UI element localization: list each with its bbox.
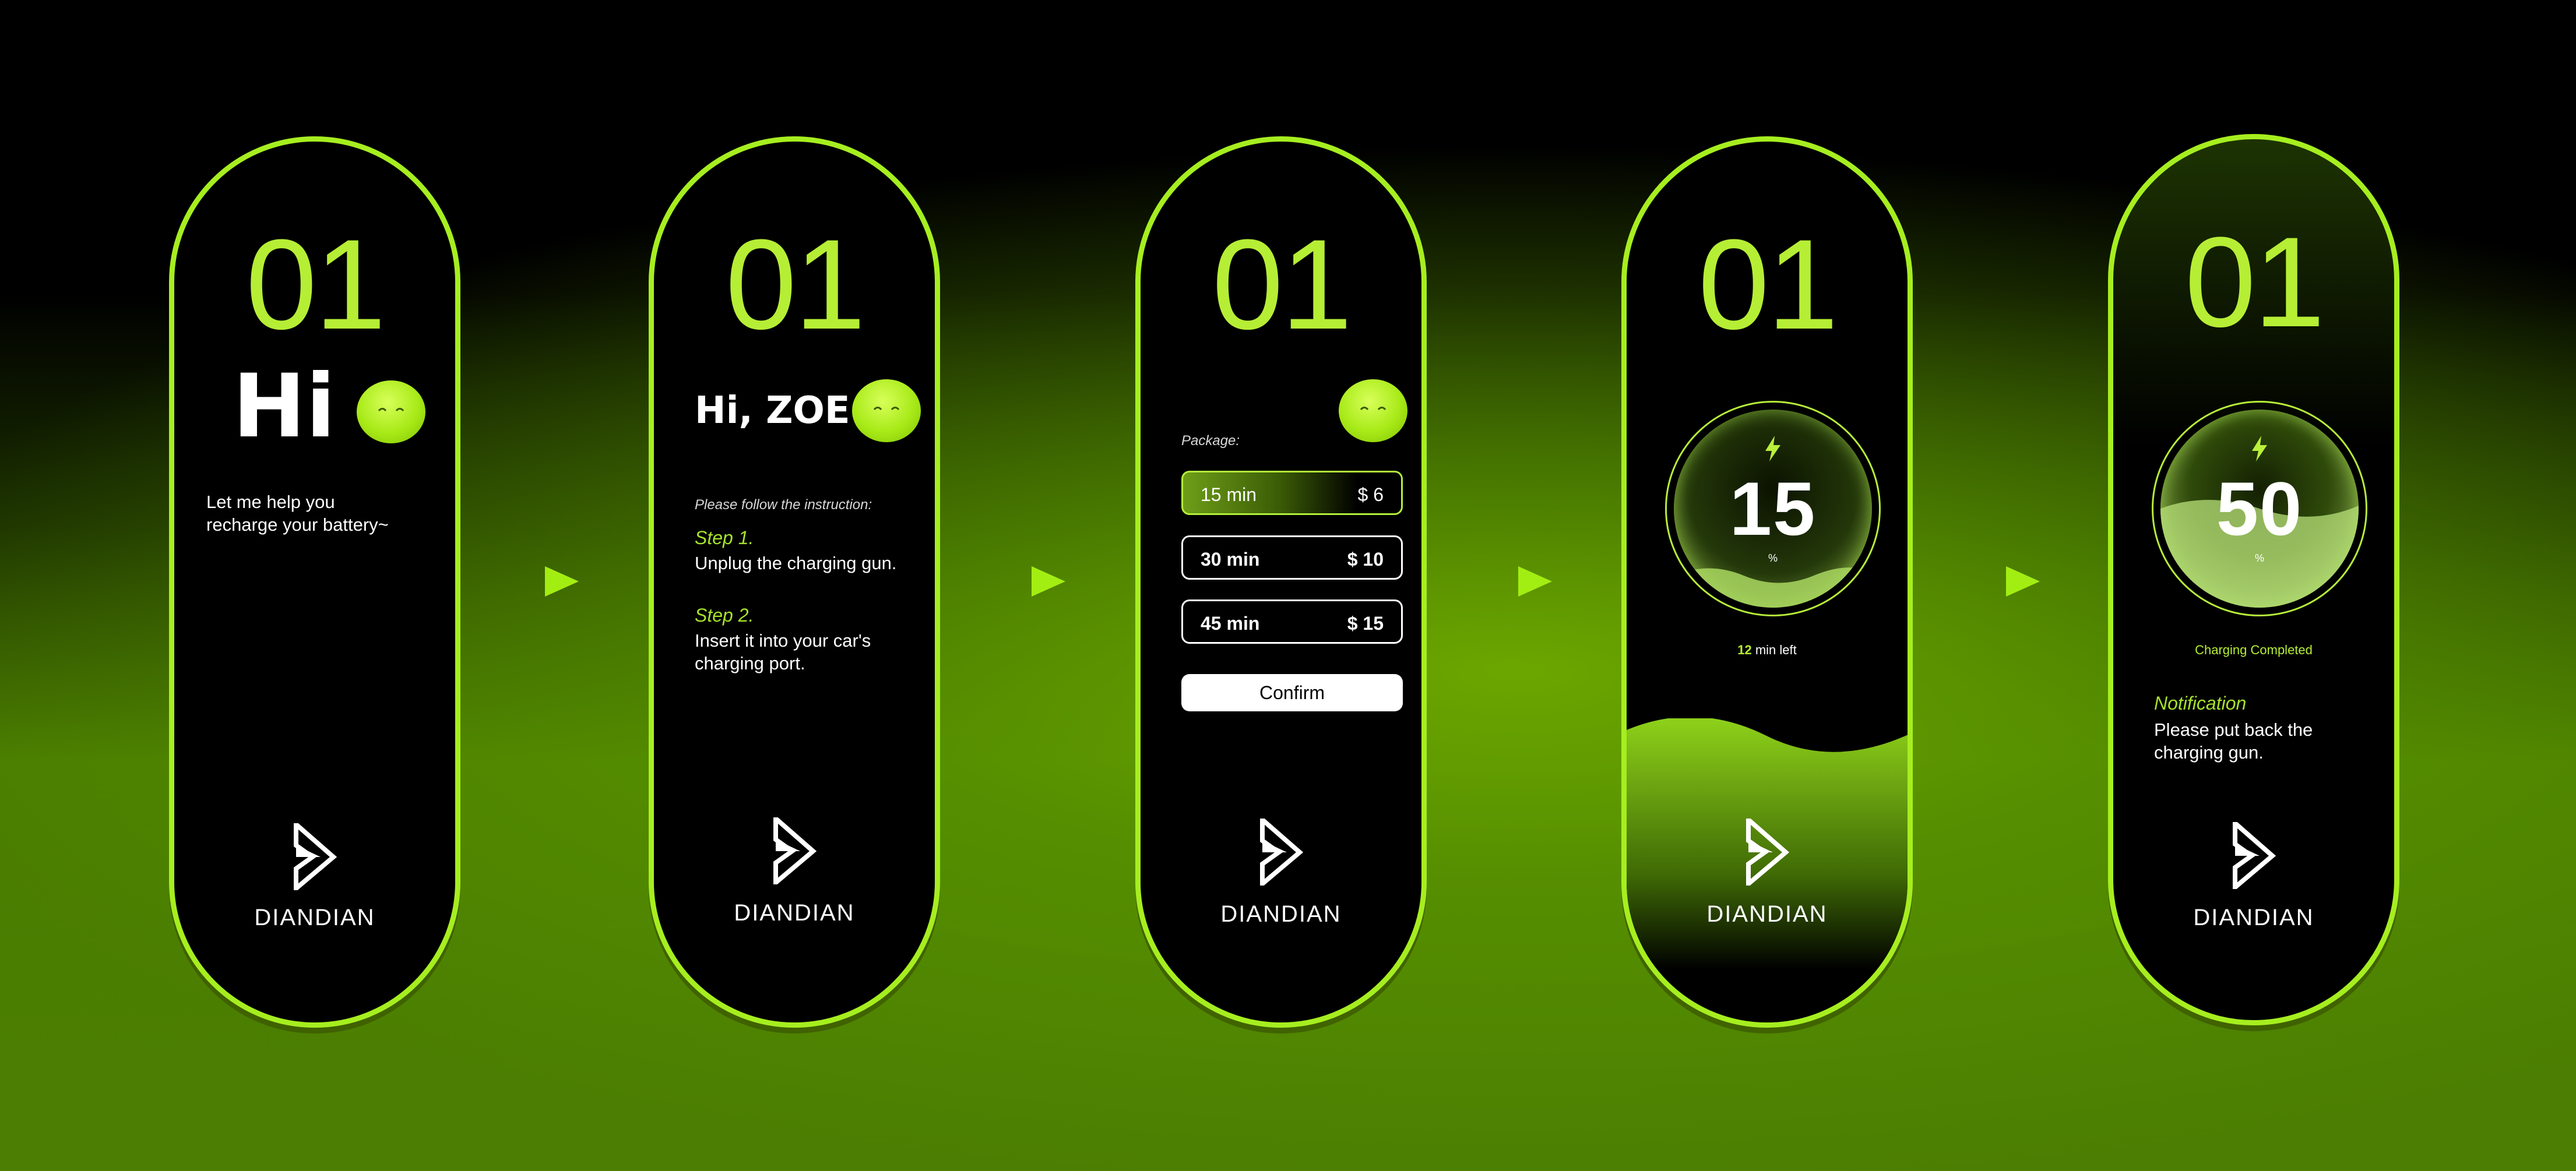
package-option-45min[interactable]: 45 min $ 15	[1181, 599, 1403, 644]
step-number: 01	[725, 213, 866, 356]
smiling-face-icon	[852, 379, 921, 442]
charge-percent: 50	[2216, 466, 2303, 551]
package-label: Package:	[1181, 433, 1240, 449]
confirm-button[interactable]: Confirm	[1181, 674, 1403, 711]
package-option-30min[interactable]: 30 min $ 10	[1181, 535, 1403, 580]
step2-label: Step 2.	[695, 605, 754, 626]
lightning-bolt-icon	[1674, 436, 1872, 464]
screen-card-instructions: 01 Hi, ZOE Please follow the instruction…	[649, 136, 940, 1028]
screen-card-package: 01 Package: 15 min $ 6 30 min $ 10 45 mi…	[1135, 136, 1427, 1028]
step-number: 01	[1698, 213, 1839, 356]
smiling-face-icon	[1339, 379, 1407, 442]
diandian-logo-icon	[174, 819, 455, 894]
smiling-face-icon	[357, 380, 425, 443]
screen-card-complete: 01 50 % Charging Completed Notification …	[2108, 134, 2399, 1025]
notification-line-2: charging gun.	[2154, 742, 2264, 763]
welcome-line-1: Let me help you	[206, 492, 335, 512]
diandian-logo-icon	[654, 813, 935, 888]
notification-message: Please put back the charging gun.	[2154, 719, 2313, 764]
time-left-unit: min left	[1755, 643, 1797, 657]
package-price: $ 15	[1347, 613, 1384, 634]
percent-sign: %	[1768, 552, 1778, 564]
screen-card-charging: 01 15 % 12 min left DIANDIAN	[1621, 136, 1913, 1028]
play-arrow-icon	[545, 566, 579, 597]
brand-name: DIANDIAN	[254, 905, 375, 930]
charge-gauge: 15 %	[1665, 401, 1881, 616]
welcome-line-2: recharge your battery~	[206, 514, 389, 535]
play-arrow-icon	[1518, 566, 1552, 597]
time-left-value: 12	[1737, 643, 1752, 657]
brand-name: DIANDIAN	[734, 900, 855, 926]
step2-text: Insert it into your car's charging port.	[695, 630, 871, 675]
notification-label: Notification	[2154, 693, 2247, 714]
package-time: 30 min	[1201, 549, 1260, 570]
notification-line-1: Please put back the	[2154, 719, 2313, 740]
step2-line-2: charging port.	[695, 652, 805, 673]
package-price: $ 10	[1347, 549, 1384, 570]
step-number: 01	[245, 213, 386, 356]
play-arrow-icon	[2006, 566, 2040, 597]
stage: 01 Hi Let me help you recharge your batt…	[0, 0, 2576, 1171]
diandian-logo-icon	[1141, 814, 1421, 889]
time-left: 12 min left	[1627, 643, 1908, 658]
step1-label: Step 1.	[695, 527, 754, 548]
step-number: 01	[1212, 213, 1353, 356]
diandian-logo-icon	[1627, 814, 1908, 889]
step1-text: Unplug the charging gun.	[695, 553, 897, 573]
step-number: 01	[2184, 210, 2325, 354]
charging-status: Charging Completed	[2195, 643, 2313, 657]
percent-sign: %	[2254, 552, 2264, 564]
charge-gauge: 50 %	[2152, 401, 2367, 616]
greeting-title: Hi	[233, 356, 336, 457]
charge-gauge-fill: 15 %	[1674, 410, 1872, 608]
package-option-15min[interactable]: 15 min $ 6	[1181, 471, 1403, 515]
greeting-title: Hi, ZOE	[695, 389, 850, 432]
package-price: $ 6	[1357, 484, 1384, 505]
brand-name: DIANDIAN	[1220, 901, 1342, 927]
diandian-logo-icon	[2113, 818, 2394, 893]
screen-card-greeting: 01 Hi Let me help you recharge your batt…	[169, 136, 460, 1028]
brand-name: DIANDIAN	[1706, 901, 1828, 927]
lightning-bolt-icon	[2160, 436, 2359, 464]
package-time: 15 min	[1201, 484, 1257, 505]
instruction-intro: Please follow the instruction:	[695, 497, 872, 513]
play-arrow-icon	[1032, 566, 1065, 597]
welcome-message: Let me help you recharge your battery~	[206, 491, 389, 537]
charge-percent: 15	[1729, 466, 1817, 551]
brand-name: DIANDIAN	[2193, 905, 2314, 930]
package-time: 45 min	[1201, 613, 1260, 634]
charge-gauge-fill: 50 %	[2160, 410, 2359, 608]
step2-line-1: Insert it into your car's	[695, 630, 871, 651]
